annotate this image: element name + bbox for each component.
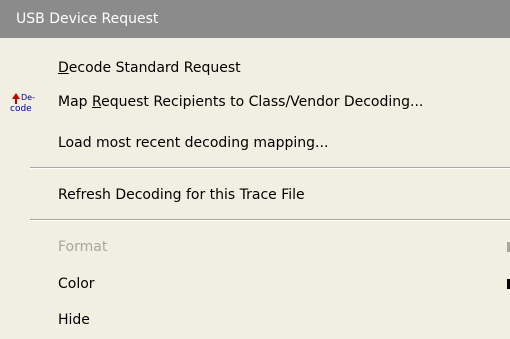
menu-item-refresh-decoding[interactable]: Refresh Decoding for this Trace File bbox=[0, 178, 510, 212]
menu-separator bbox=[30, 219, 510, 221]
menu-item-label: Format bbox=[58, 239, 108, 255]
menu-item-decode-standard-request[interactable]: Decode Standard Request bbox=[0, 51, 510, 85]
menu-item-label: Refresh Decoding for this Trace File bbox=[58, 187, 305, 203]
menu-item-label: Map Request Recipients to Class/Vendor D… bbox=[58, 94, 424, 110]
context-menu: USB Device Request Decode Standard Reque… bbox=[0, 0, 510, 339]
svg-text:code: code bbox=[10, 104, 32, 114]
menu-item-label: Color bbox=[58, 276, 95, 292]
svg-text:De-: De- bbox=[21, 93, 35, 102]
menu-header: USB Device Request bbox=[0, 0, 510, 38]
menu-item-label: Hide bbox=[58, 312, 90, 328]
menu-item-hide[interactable]: Hide bbox=[0, 303, 510, 337]
menu-item-format[interactable]: Format bbox=[0, 230, 510, 264]
menu-item-color[interactable]: Color bbox=[0, 267, 510, 301]
menu-separator bbox=[30, 167, 510, 169]
menu-item-map-request-recipients[interactable]: De- code Map Request Recipients to Class… bbox=[0, 85, 510, 119]
menu-item-label: Decode Standard Request bbox=[58, 60, 241, 76]
decode-icon: De- code bbox=[10, 91, 38, 115]
menu-item-load-recent-mapping[interactable]: Load most recent decoding mapping... bbox=[0, 126, 510, 160]
menu-header-label: USB Device Request bbox=[16, 11, 159, 27]
menu-item-label: Load most recent decoding mapping... bbox=[58, 135, 329, 151]
